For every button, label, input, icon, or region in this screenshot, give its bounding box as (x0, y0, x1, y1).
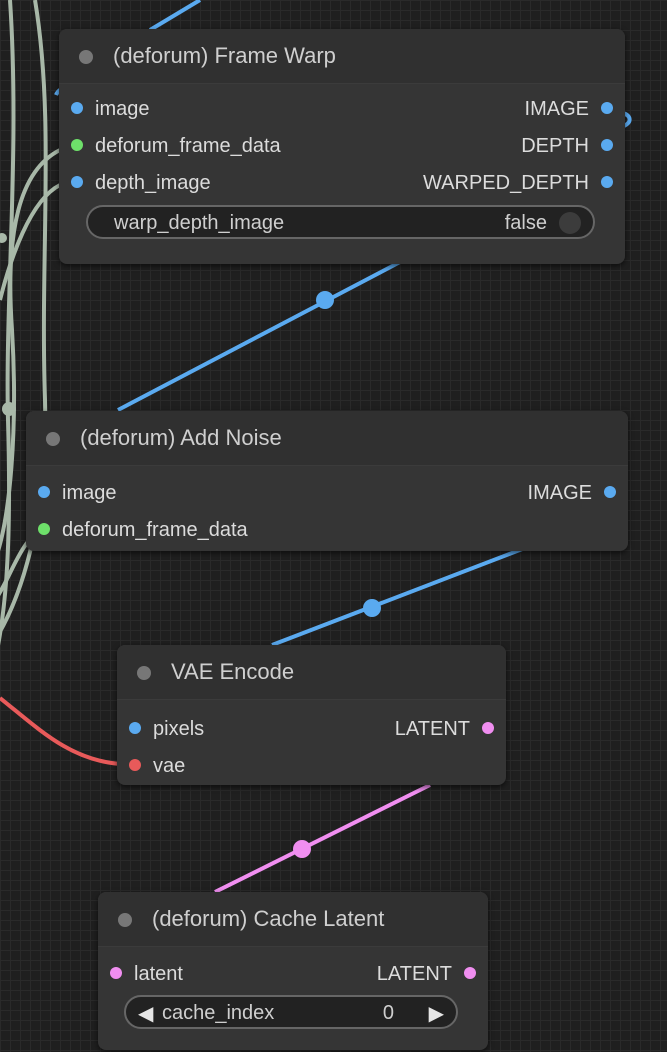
input-slot-pixels-dot[interactable] (129, 722, 141, 734)
input-label-image: image (62, 482, 117, 504)
widget-label: cache_index (162, 1002, 275, 1024)
output-label-latent: LATENT (376, 963, 452, 985)
latent-wire (214, 783, 431, 894)
input-label-vae: vae (153, 755, 186, 777)
node-title-bar[interactable]: (deforum) Cache Latent (98, 892, 488, 947)
toggle-knob-icon[interactable] (559, 212, 581, 234)
input-label-frame-data: deforum_frame_data (95, 135, 281, 157)
slot-row: depth_image WARPED_DEPTH (59, 164, 625, 201)
decrement-arrow-icon[interactable]: ◀ (138, 1001, 153, 1026)
slot-row: pixels LATENT (117, 710, 506, 747)
output-label-image: IMAGE (524, 98, 589, 120)
input-label-frame-data: deforum_frame_data (62, 519, 248, 541)
collapse-dot-icon[interactable] (79, 50, 93, 64)
node-title: (deforum) Cache Latent (152, 906, 385, 931)
image-wire (271, 546, 526, 647)
node-title-bar[interactable]: (deforum) Frame Warp (59, 29, 625, 84)
input-label-pixels: pixels (153, 718, 205, 740)
input-slot-image-dot[interactable] (38, 486, 50, 498)
warp-depth-image-toggle[interactable]: warp_depth_image false (86, 205, 595, 239)
input-label-latent: latent (134, 963, 183, 985)
input-slot-latent-dot[interactable] (110, 967, 122, 979)
input-label-depth-image: depth_image (95, 172, 211, 194)
increment-arrow-icon[interactable]: ▶ (429, 1001, 444, 1026)
input-slot-vae-dot[interactable] (129, 759, 141, 771)
collapse-dot-icon[interactable] (118, 913, 132, 927)
slot-row: latent LATENT (98, 955, 488, 992)
collapse-dot-icon[interactable] (137, 666, 151, 680)
vae-encode-node[interactable]: VAE Encode pixels LATENT vae (117, 645, 506, 785)
image-wire (148, 0, 202, 32)
slot-row: deforum_frame_data DEPTH (59, 127, 625, 164)
slot-row: image IMAGE (59, 90, 625, 127)
input-slot-frame-data-dot[interactable] (71, 139, 83, 151)
input-label-image: image (95, 98, 150, 120)
input-slot-image-dot[interactable] (71, 102, 83, 114)
vae-wire (0, 696, 121, 766)
widget-label: warp_depth_image (114, 212, 285, 234)
output-label-depth: DEPTH (521, 135, 589, 157)
node-title: (deforum) Frame Warp (113, 43, 336, 68)
widget-value: false (504, 212, 547, 234)
widget-value[interactable]: 0 (383, 1002, 394, 1025)
output-label-warped-depth: WARPED_DEPTH (423, 172, 589, 194)
output-slot-warped-depth-dot[interactable] (601, 176, 613, 188)
collapse-dot-icon[interactable] (46, 432, 60, 446)
node-title-bar[interactable]: (deforum) Add Noise (26, 411, 628, 466)
slot-row: deforum_frame_data (26, 511, 628, 548)
image-wire-midpoint-dot (316, 291, 334, 309)
cache-index-stepper[interactable]: ◀ cache_index 0 ▶ (124, 995, 458, 1029)
node-title: (deforum) Add Noise (80, 425, 282, 450)
output-slot-image-dot[interactable] (601, 102, 613, 114)
slot-row: vae (117, 747, 506, 784)
output-slot-depth-dot[interactable] (601, 139, 613, 151)
node-title: VAE Encode (171, 659, 295, 684)
image-wire (117, 260, 401, 412)
input-slot-depth-image-dot[interactable] (71, 176, 83, 188)
add-noise-node[interactable]: (deforum) Add Noise image IMAGE deforum_… (26, 411, 628, 551)
image-wire-midpoint-dot (363, 599, 381, 617)
output-label-image: IMAGE (527, 482, 592, 504)
output-slot-latent-dot[interactable] (482, 722, 494, 734)
gray-wire-reroute-dot (0, 233, 7, 243)
slot-row: image IMAGE (26, 474, 628, 511)
output-slot-image-dot[interactable] (604, 486, 616, 498)
node-title-bar[interactable]: VAE Encode (117, 645, 506, 700)
cache-latent-node[interactable]: (deforum) Cache Latent latent LATENT ◀ c… (98, 892, 488, 1050)
output-label-latent: LATENT (394, 718, 470, 740)
output-slot-latent-dot[interactable] (464, 967, 476, 979)
input-slot-frame-data-dot[interactable] (38, 523, 50, 535)
gray-wire-reroute-dot (2, 402, 16, 416)
latent-wire-midpoint-dot (293, 840, 311, 858)
frame-warp-node[interactable]: (deforum) Frame Warp image IMAGE deforum… (59, 29, 625, 264)
